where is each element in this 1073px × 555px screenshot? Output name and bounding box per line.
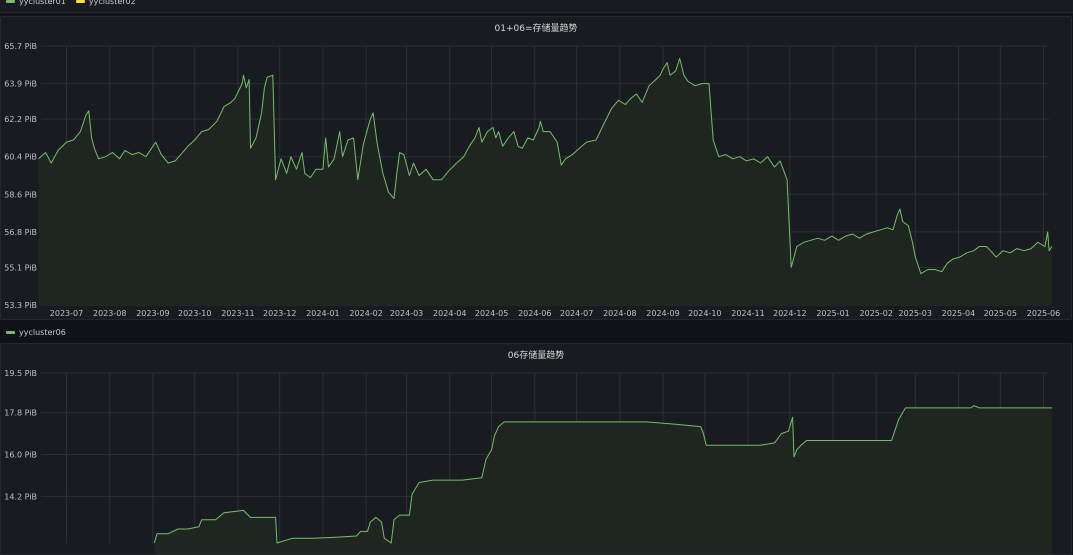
- x-tick-label: 2024-07: [560, 309, 593, 318]
- y-tick-label: 65.7 PiB: [4, 42, 37, 51]
- legend-swatch: [75, 0, 85, 3]
- total-storage-chart: 53.3 PiB 55.1 PiB 56.8 PiB 58.6 PiB 60.4 PiB…: [4, 42, 1060, 318]
- series-area-yycluster06: [154, 405, 1052, 554]
- y-tick-label: 63.9 PiB: [4, 80, 37, 89]
- panel-total-storage-trend: 01+06=存储量趋势 53.3 PiB 55.1 PiB 56.8 PiB 58.6…: [0, 16, 1072, 320]
- top-legend: yycluster01 yycluster02: [0, 0, 1073, 13]
- mid-legend: yycluster06: [0, 319, 1073, 339]
- x-tick-label: 2024-09: [646, 309, 679, 318]
- legend-item-yycluster01[interactable]: yycluster01: [6, 0, 66, 6]
- x-tick-label: 2025-02: [860, 309, 893, 318]
- y-tick-label: 58.6 PiB: [4, 190, 37, 199]
- legend-label: yycluster06: [19, 327, 66, 337]
- y-tick-label: 14.2 PiB: [4, 492, 37, 501]
- legend-swatch: [6, 0, 15, 3]
- x-tick-label: 2023-07: [50, 309, 83, 318]
- y-tick-label: 16.0 PiB: [4, 451, 37, 460]
- x-tick-label: 2024-12: [773, 309, 806, 318]
- y-tick-label: 17.8 PiB: [4, 409, 37, 418]
- storage-06-chart: 14.2 PiB 16.0 PiB 17.8 PiB 19.5 PiB: [4, 369, 1052, 554]
- y-tick-label: 62.2 PiB: [4, 115, 37, 124]
- x-tick-label: 2024-01: [306, 309, 339, 318]
- y-tick-label: 56.8 PiB: [4, 228, 37, 237]
- x-tick-label: 2023-12: [263, 309, 296, 318]
- x-tick-label: 2025-06: [1027, 309, 1060, 318]
- x-tick-label: 2025-05: [984, 309, 1017, 318]
- series-area-yycluster01: [38, 58, 1052, 305]
- x-tick-label: 2024-02: [349, 309, 382, 318]
- x-tick-label: 2024-03: [390, 309, 423, 318]
- x-tick-label: 2024-08: [603, 309, 636, 318]
- x-tick-label: 2023-09: [136, 309, 169, 318]
- y-tick-label: 55.1 PiB: [4, 263, 37, 272]
- x-tick-label: 2024-06: [518, 309, 551, 318]
- panel-06-storage-trend: 06存储量趋势 14.2 PiB 16.0 PiB 17.8 PiB 19.5 PiB: [0, 343, 1072, 555]
- x-tick-label: 2025-01: [816, 309, 849, 318]
- legend-label: yycluster01: [19, 0, 66, 6]
- x-tick-label: 2023-10: [178, 309, 211, 318]
- y-tick-label: 53.3 PiB: [4, 301, 37, 310]
- x-tick-label: 2025-04: [942, 309, 975, 318]
- legend-swatch: [6, 330, 15, 334]
- y-tick-label: 19.5 PiB: [4, 369, 37, 378]
- legend-item-yycluster02[interactable]: yycluster02: [75, 0, 136, 6]
- x-tick-label: 2023-11: [221, 309, 254, 318]
- x-tick-label: 2024-05: [475, 309, 508, 318]
- legend-item-yycluster06[interactable]: yycluster06: [6, 328, 66, 337]
- x-tick-label: 2024-04: [433, 309, 466, 318]
- legend-label: yycluster02: [88, 0, 136, 6]
- x-tick-label: 2024-10: [688, 309, 721, 318]
- x-tick-label: 2025-03: [899, 309, 932, 318]
- x-tick-label: 2023-08: [93, 309, 126, 318]
- x-tick-label: 2024-11: [731, 309, 764, 318]
- y-tick-label: 60.4 PiB: [4, 153, 37, 162]
